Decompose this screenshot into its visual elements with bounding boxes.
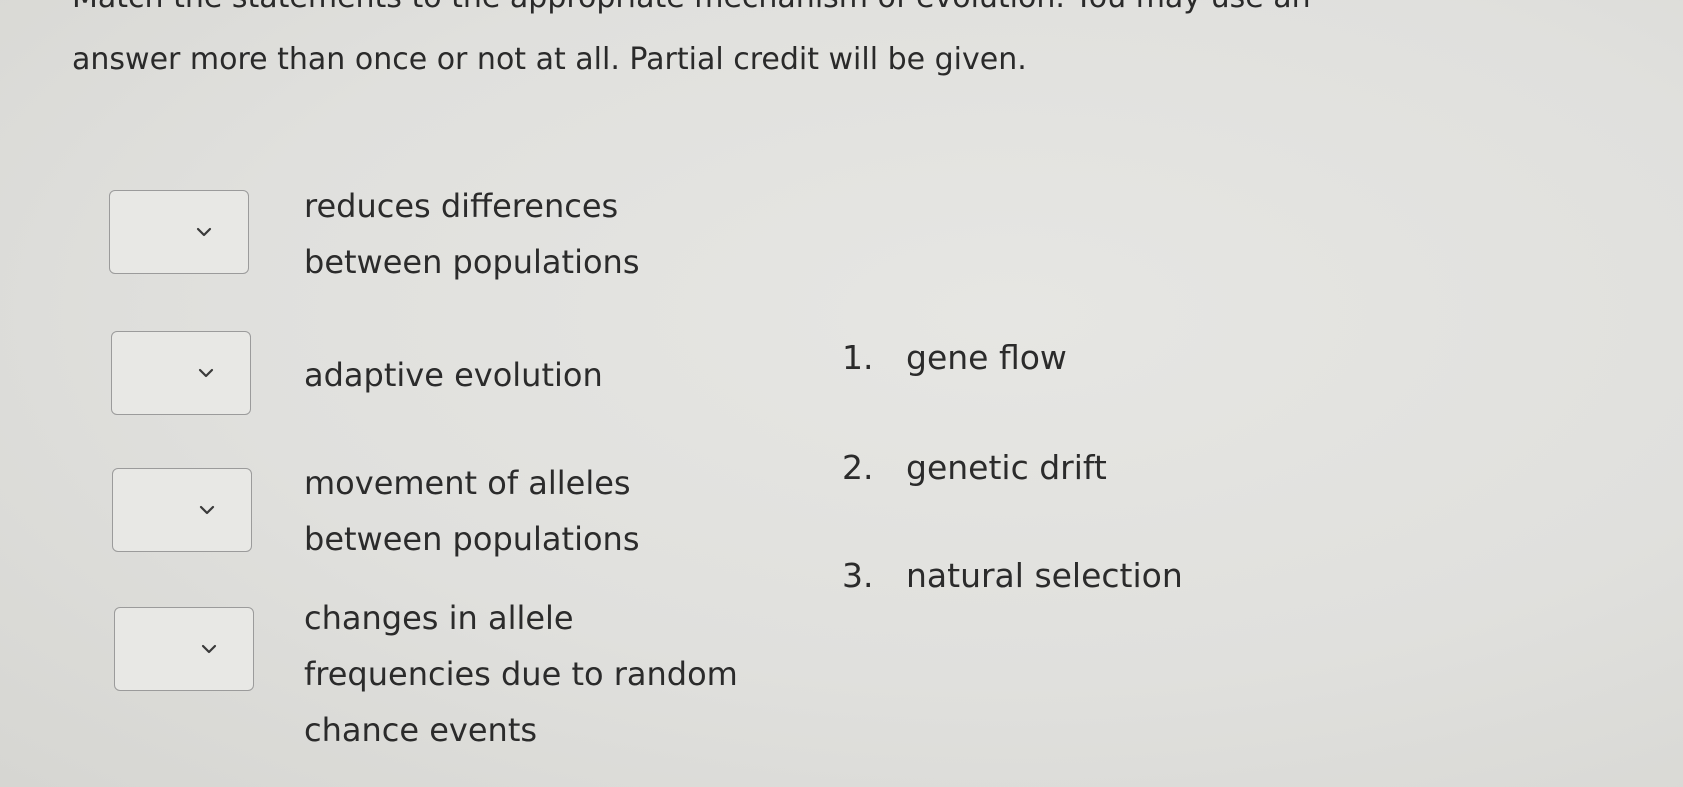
statement-1-line-1: reduces differences <box>304 187 619 225</box>
statement-2-text: adaptive evolution <box>304 347 603 403</box>
answer-item-3: 3. natural selection <box>842 556 1183 596</box>
answer-number: 1. <box>842 338 874 377</box>
statement-4-line-2: frequencies due to random <box>304 655 738 693</box>
answer-number: 2. <box>842 448 874 487</box>
statement-4-dropdown[interactable] <box>114 607 254 691</box>
statement-2-line-1: adaptive evolution <box>304 356 603 394</box>
statement-1-text: reduces differences between populations <box>304 178 640 290</box>
statement-2-dropdown[interactable] <box>111 331 251 415</box>
chevron-down-icon <box>196 227 212 237</box>
statement-3-line-2: between populations <box>304 520 640 558</box>
statement-4-line-3: chance events <box>304 711 538 749</box>
statement-3-dropdown[interactable] <box>112 468 252 552</box>
answer-label: genetic drift <box>906 448 1107 487</box>
statement-1-dropdown[interactable] <box>109 190 249 274</box>
answer-label: gene flow <box>906 338 1067 377</box>
statement-3-text: movement of alleles between populations <box>304 455 640 567</box>
statement-4-text: changes in allele frequencies due to ran… <box>304 590 738 758</box>
answer-item-2: 2. genetic drift <box>842 448 1107 488</box>
chevron-down-icon <box>201 644 217 654</box>
statement-4-line-1: changes in allele <box>304 599 574 637</box>
instruction-line-2: answer more than once or not at all. Par… <box>72 42 1027 77</box>
answer-label: natural selection <box>906 556 1183 595</box>
answer-item-1: 1. gene flow <box>842 338 1067 378</box>
statement-1-line-2: between populations <box>304 243 640 281</box>
instruction-line-1: Match the statements to the appropriate … <box>72 0 1311 18</box>
chevron-down-icon <box>198 368 214 378</box>
answer-number: 3. <box>842 556 874 595</box>
chevron-down-icon <box>199 505 215 515</box>
statement-3-line-1: movement of alleles <box>304 464 631 502</box>
